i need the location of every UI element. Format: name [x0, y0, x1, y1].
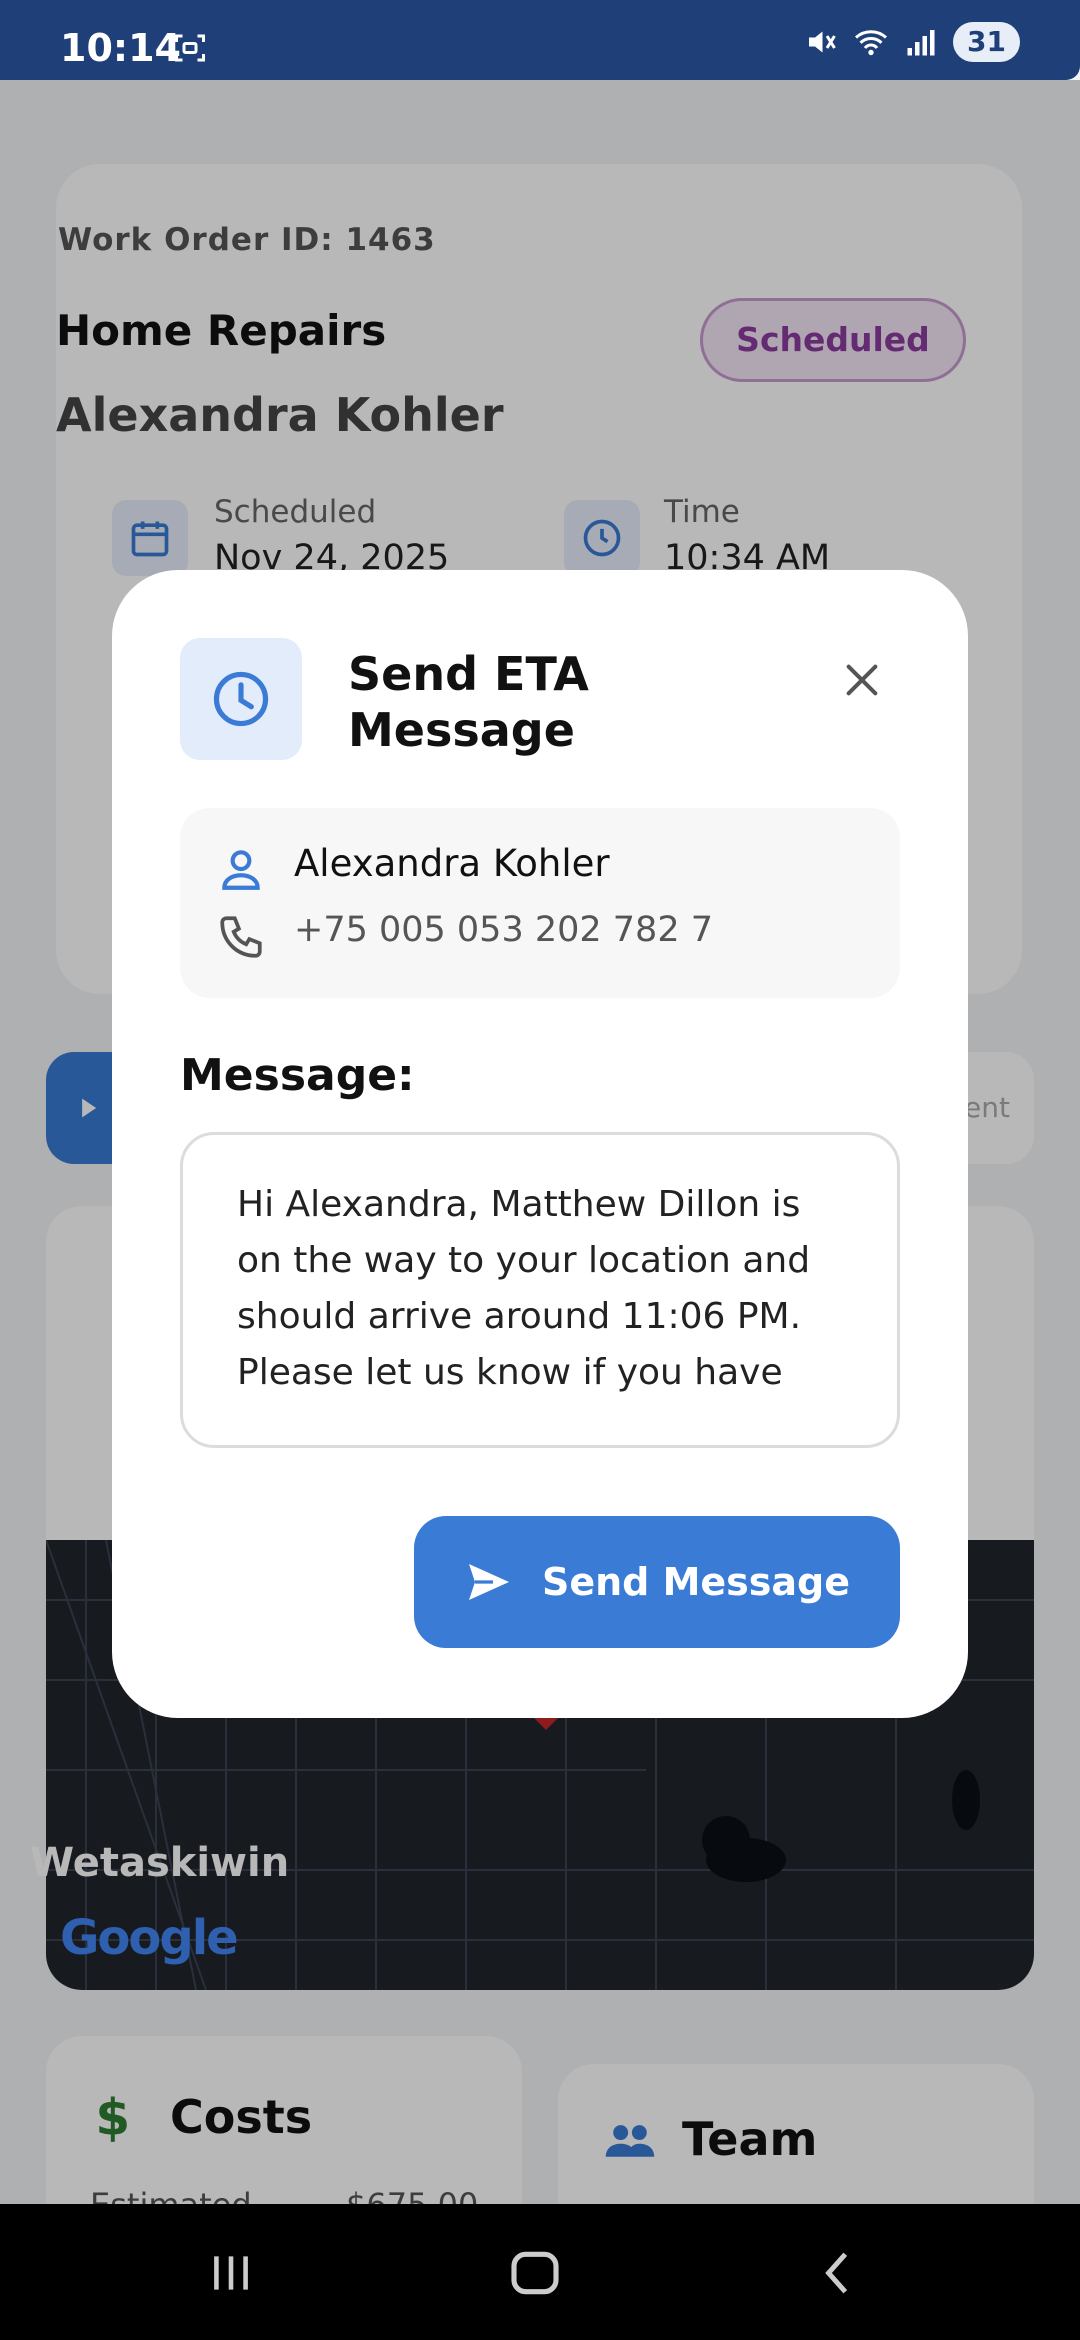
dialog-title: Send ETA Message	[348, 647, 589, 757]
home-button[interactable]	[500, 2238, 570, 2308]
wifi-icon	[855, 30, 888, 56]
send-message-label: Send Message	[541, 1560, 851, 1604]
recents-icon	[214, 2256, 248, 2290]
contact-name: Alexandra Kohler	[294, 842, 610, 885]
home-icon	[511, 2251, 559, 2295]
mute-icon	[809, 31, 836, 53]
close-icon	[846, 664, 878, 696]
screenshot-icon	[175, 34, 205, 62]
back-icon	[825, 2252, 848, 2294]
status-time: 10:14	[60, 26, 181, 70]
clock-icon	[213, 671, 269, 727]
signal-icon	[907, 30, 935, 56]
send-icon	[468, 1564, 509, 1600]
status-bar: 10:14 31	[0, 0, 1080, 80]
send-eta-dialog: Send ETA Message Alexandra Kohler +75 00…	[112, 570, 968, 1718]
recents-button[interactable]	[196, 2238, 266, 2308]
contact-phone: +75 005 053 202 782 7	[294, 910, 713, 950]
close-button[interactable]	[832, 650, 892, 710]
phone-icon	[220, 916, 262, 958]
send-message-button[interactable]: Send Message	[414, 1516, 900, 1648]
message-textarea[interactable]: Hi Alexandra, Matthew Dillon is on the w…	[180, 1132, 900, 1448]
message-label: Message:	[180, 1050, 415, 1101]
person-icon	[222, 850, 260, 890]
contact-info: Alexandra Kohler +75 005 053 202 782 7	[180, 808, 900, 998]
battery-indicator: 31	[953, 22, 1020, 62]
status-icons: 31	[803, 22, 1020, 62]
dialog-icon-box	[180, 638, 302, 760]
back-button[interactable]	[804, 2238, 874, 2308]
system-nav-bar	[0, 2204, 1080, 2340]
